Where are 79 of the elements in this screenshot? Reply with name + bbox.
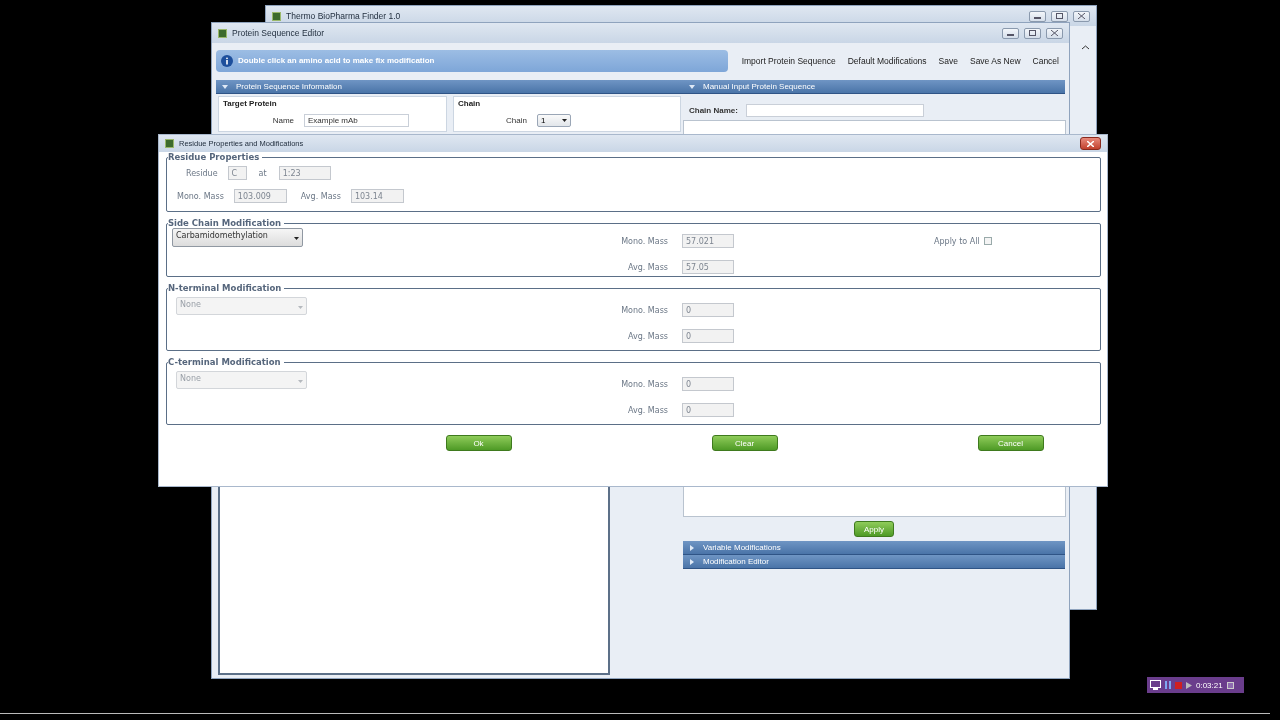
dialog-button[interactable]: Cancel [977, 435, 1044, 451]
window-title: Protein Sequence Editor [232, 28, 326, 38]
close-button[interactable] [1073, 10, 1090, 22]
section-header[interactable]: Variable Modifications [683, 541, 1065, 555]
panel-heading: Target Protein [222, 98, 278, 108]
field-label: Mono. Mass [177, 191, 224, 201]
field-label: Avg. Mass [300, 191, 341, 201]
section-header[interactable]: Protein Sequence Information [216, 80, 683, 94]
square-icon[interactable] [1226, 681, 1234, 689]
minimize-button[interactable] [1002, 27, 1019, 39]
name-field[interactable]: Example mAb [304, 113, 409, 127]
residue-field[interactable]: C [227, 166, 247, 180]
close-icon [1078, 13, 1085, 19]
chain-name-label: Chain Name: [689, 105, 738, 115]
field-label: Residue [186, 168, 218, 178]
recording-time: 0:03:21 [1196, 680, 1223, 690]
caret-icon [298, 304, 303, 310]
caret-icon [294, 235, 299, 241]
apply-to-all-checkbox[interactable] [983, 237, 992, 245]
close-icon [1051, 30, 1058, 36]
group-title: Side Chain Modification [168, 218, 283, 228]
close-icon [1087, 140, 1094, 147]
field-label: Name [271, 115, 294, 125]
caret-icon [562, 118, 567, 122]
maximize-icon [1029, 30, 1036, 36]
info-icon [221, 54, 233, 67]
pause-icon[interactable] [1165, 681, 1171, 689]
toolbar-button[interactable]: Import Protein Sequence [735, 55, 842, 66]
minimize-button[interactable] [1029, 10, 1046, 22]
apply-button[interactable]: Apply [854, 521, 894, 537]
field-label: Mono. Mass [620, 379, 668, 389]
avg-mass-field[interactable]: 103.14 [350, 189, 404, 203]
apply-to-all-label: Apply to All [934, 236, 980, 246]
field-label: Mono. Mass [620, 305, 668, 315]
section-title: Variable Modifications [703, 543, 781, 552]
field-label: Avg. Mass [626, 262, 668, 272]
field-label: at [258, 168, 267, 178]
play-icon[interactable] [1186, 681, 1192, 689]
field-label: Avg. Mass [626, 331, 668, 341]
close-button[interactable] [1046, 27, 1063, 39]
position-field[interactable]: 1:23 [278, 166, 331, 180]
group-title: N-terminal Modification [168, 283, 283, 293]
section-title: Manual Input Protein Sequence [703, 82, 816, 91]
window-title: Thermo BioPharma Finder 1.0 [286, 11, 402, 21]
section-title: Modification Editor [703, 557, 769, 566]
info-text: Double click an amino acid to make fix modification [238, 56, 435, 65]
avg-mass-field[interactable]: 57.05 [682, 260, 734, 274]
toolbar-button[interactable]: Default Modifications [841, 55, 933, 66]
maximize-icon [1056, 13, 1063, 19]
section-header[interactable]: Manual Input Protein Sequence [683, 80, 1065, 94]
panel-heading: Chain [457, 98, 482, 108]
mono-mass-field[interactable]: 103.009 [233, 189, 287, 203]
field-label: Mono. Mass [620, 236, 668, 246]
field-label: Chain [505, 115, 527, 125]
chevron-up-icon[interactable] [1082, 44, 1089, 50]
group-title: Residue Properties [168, 152, 261, 162]
expanded-triangle-icon [222, 83, 228, 90]
maximize-button[interactable] [1051, 10, 1068, 22]
chain-dropdown[interactable]: 1 [537, 113, 571, 127]
section-header[interactable]: Modification Editor [683, 555, 1065, 569]
group-title: C-terminal Modification [168, 357, 282, 367]
chain-name-field[interactable] [745, 103, 924, 117]
toolbar-button[interactable]: Cancel [1026, 55, 1065, 66]
mono-mass-field[interactable]: 57.021 [682, 234, 734, 248]
toolbar-button[interactable]: Save As New [963, 55, 1027, 66]
monitor-icon[interactable] [1150, 680, 1161, 690]
section-title: Protein Sequence Information [236, 82, 342, 91]
dialog-button[interactable]: Ok [445, 435, 512, 451]
modification-dropdown[interactable]: Carbamidomethylation [172, 228, 303, 247]
maximize-button[interactable] [1024, 27, 1041, 39]
app-icon [165, 139, 174, 148]
close-button[interactable] [1080, 137, 1101, 150]
app-icon [218, 28, 227, 38]
app-icon [272, 11, 281, 21]
caret-icon [298, 378, 303, 384]
dialog-button[interactable]: Clear [711, 435, 778, 451]
toolbar-button[interactable]: Save [932, 55, 964, 66]
expanded-triangle-icon [689, 83, 695, 90]
field-label: Avg. Mass [626, 405, 668, 415]
